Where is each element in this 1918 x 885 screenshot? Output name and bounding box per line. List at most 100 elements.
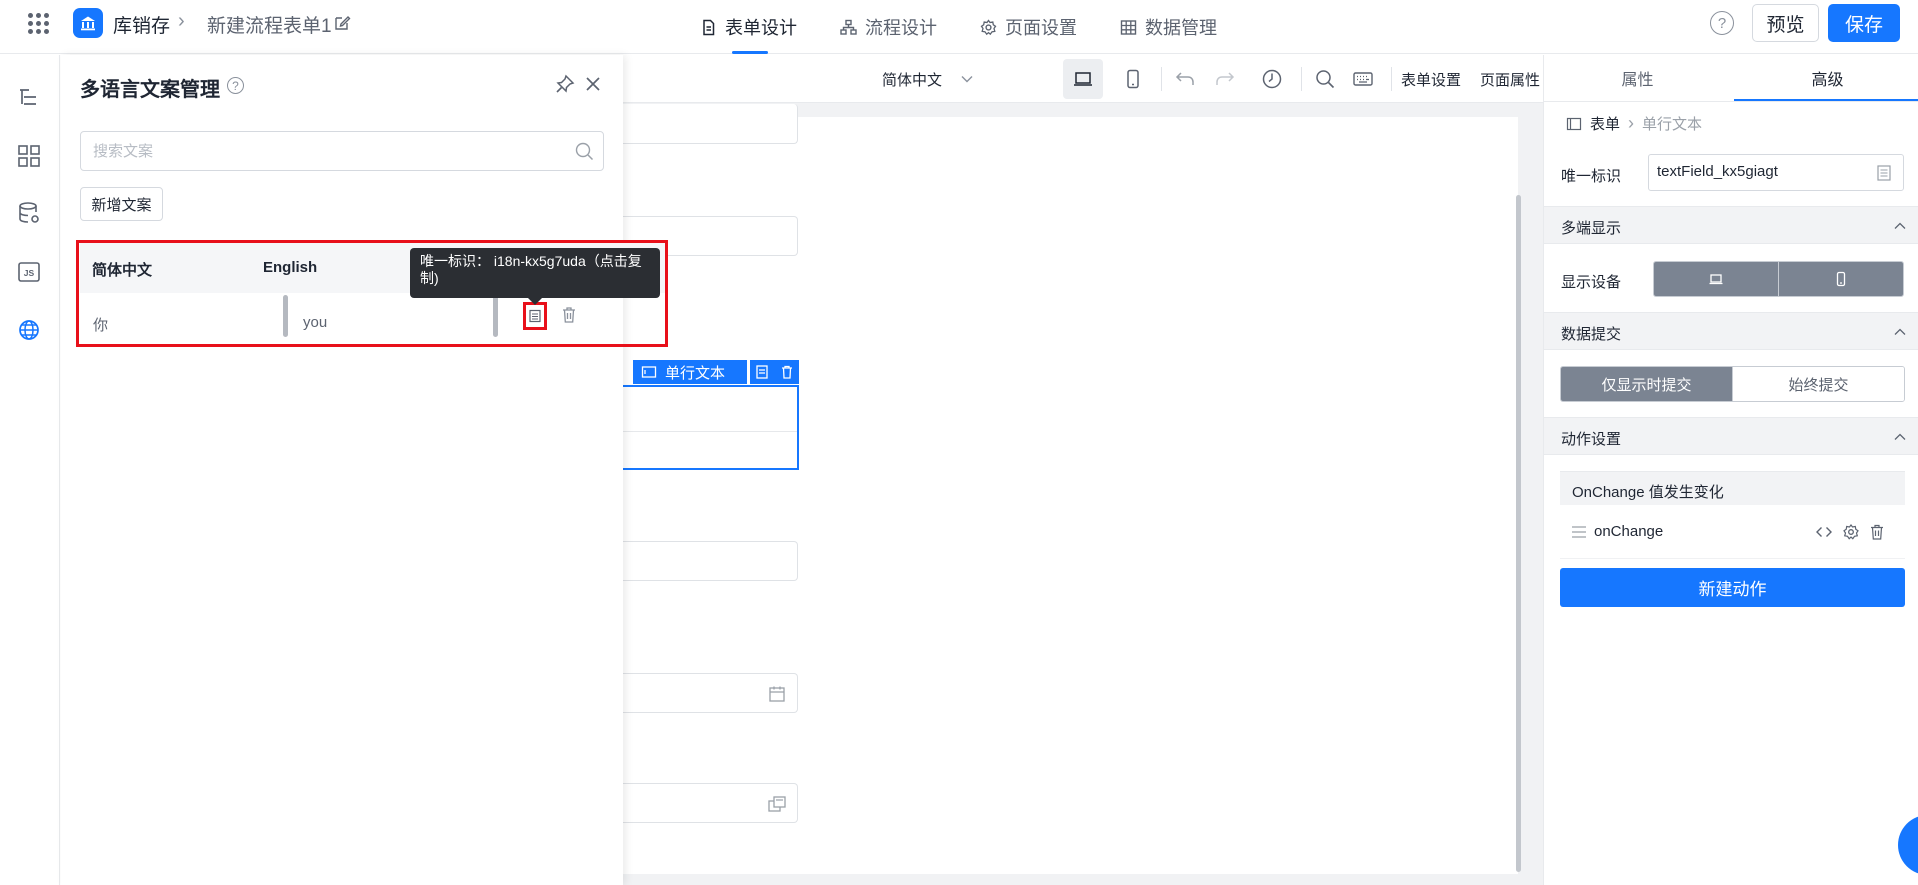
redo-icon <box>1216 72 1235 85</box>
help-icon[interactable]: ? <box>227 77 244 94</box>
action-row[interactable]: onChange <box>1560 505 1905 559</box>
add-copy-button[interactable]: 新增文案 <box>80 187 163 221</box>
undo-icon <box>1175 72 1194 85</box>
edit-icon[interactable] <box>333 14 351 32</box>
tab-flow-design[interactable]: 流程设计 <box>840 0 937 54</box>
top-bar: 库销存 › 新建流程表单1 表单设计 流程设计 页面设置 数据管理 ? 预览 保… <box>0 0 1918 54</box>
device-desktop-option[interactable] <box>1654 262 1778 296</box>
tab-properties[interactable]: 属性 <box>1544 55 1731 101</box>
tab-label: 页面设置 <box>1005 18 1077 38</box>
chevron-up-icon[interactable] <box>1893 325 1907 339</box>
multi-window-icon <box>768 796 786 812</box>
redo-button[interactable] <box>1213 67 1237 91</box>
mobile-view-button[interactable] <box>1121 67 1145 91</box>
close-icon[interactable] <box>582 73 604 95</box>
canvas-scrollbar[interactable] <box>1516 195 1521 872</box>
action-event-label: OnChange 值发生变化 <box>1572 484 1724 501</box>
pin-icon[interactable] <box>554 73 576 95</box>
trash-icon[interactable] <box>1868 523 1886 541</box>
page-properties-button[interactable]: 页面属性 <box>1461 55 1540 103</box>
desktop-view-button[interactable] <box>1063 59 1103 99</box>
help-icon[interactable]: ? <box>1710 11 1734 35</box>
left-rail: JS <box>0 55 60 885</box>
search-field[interactable] <box>80 131 604 171</box>
form-settings-button[interactable]: 表单设置 <box>1381 55 1461 103</box>
field-divider <box>600 431 797 432</box>
action-event-header: OnChange 值发生变化 <box>1560 471 1905 505</box>
mobile-icon <box>1127 69 1139 89</box>
textfield-icon <box>641 366 657 378</box>
table-icon <box>1120 19 1137 35</box>
search-icon[interactable] <box>574 141 595 162</box>
drag-handle-icon[interactable] <box>1571 525 1587 539</box>
device-mobile-option[interactable] <box>1778 262 1903 296</box>
outline-tree-icon[interactable] <box>16 85 42 111</box>
flow-icon <box>840 19 857 35</box>
globe-icon[interactable] <box>16 317 42 343</box>
preview-button[interactable]: 预览 <box>1752 4 1819 42</box>
action-list: OnChange 值发生变化 onChange <box>1560 471 1905 559</box>
active-tab-indicator <box>732 51 768 54</box>
form-field[interactable] <box>600 541 798 581</box>
action-handler-name[interactable]: onChange <box>1594 523 1663 540</box>
section-action-settings[interactable]: 动作设置 <box>1544 417 1918 455</box>
keyboard-shortcuts-button[interactable] <box>1351 67 1375 91</box>
components-grid-icon[interactable] <box>16 143 42 169</box>
tab-label: 流程设计 <box>865 18 937 38</box>
tab-advanced[interactable]: 高级 <box>1734 55 1918 101</box>
laptop-icon <box>1074 72 1092 86</box>
form-name[interactable]: 新建流程表单1 <box>207 11 332 38</box>
language-select[interactable]: 简体中文 <box>882 55 974 103</box>
panel-title: 多语言文案管理 <box>80 79 220 101</box>
toolbar-divider <box>1161 67 1162 91</box>
undo-button[interactable] <box>1173 67 1197 91</box>
save-button[interactable]: 保存 <box>1828 4 1900 42</box>
section-data-submit[interactable]: 数据提交 <box>1544 312 1918 350</box>
tab-page-settings[interactable]: 页面设置 <box>980 0 1077 54</box>
gear-icon <box>980 18 997 35</box>
tab-label: 数据管理 <box>1145 18 1217 38</box>
calendar-icon <box>769 686 785 702</box>
datasource-icon[interactable] <box>16 201 42 227</box>
page-properties-label: 页面属性 <box>1480 71 1541 89</box>
copy-icon[interactable] <box>754 364 770 380</box>
section-title: 数据提交 <box>1561 326 1622 343</box>
toolbar-divider <box>1301 67 1302 91</box>
chevron-up-icon[interactable] <box>1893 430 1907 444</box>
association-field[interactable] <box>600 783 798 823</box>
highlight-frame <box>76 240 668 347</box>
copy-icon[interactable] <box>1875 164 1893 182</box>
keyboard-icon <box>1353 72 1373 86</box>
js-code-icon[interactable]: JS <box>16 259 42 285</box>
date-field[interactable] <box>600 673 798 713</box>
form-field[interactable] <box>600 104 798 144</box>
unique-id-field[interactable] <box>1648 154 1904 191</box>
bank-icon <box>81 16 95 31</box>
gear-icon[interactable] <box>1842 523 1860 541</box>
chevron-up-icon[interactable] <box>1893 219 1907 233</box>
submit-when-visible-option[interactable]: 仅显示时提交 <box>1561 367 1732 401</box>
new-action-button[interactable]: 新建动作 <box>1560 568 1905 607</box>
unique-id-input[interactable] <box>1657 163 1857 180</box>
mobile-icon <box>1836 271 1846 287</box>
section-multi-display[interactable]: 多端显示 <box>1544 206 1918 244</box>
app-name[interactable]: 库销存 <box>113 11 170 38</box>
search-button[interactable] <box>1313 67 1337 91</box>
submit-mode-toggle: 仅显示时提交 始终提交 <box>1560 366 1905 402</box>
tab-form-design[interactable]: 表单设计 <box>700 0 797 54</box>
submit-always-option[interactable]: 始终提交 <box>1732 367 1904 401</box>
app-logo[interactable] <box>73 8 103 38</box>
settings-panel: 属性 高级 表单 › 单行文本 唯一标识 多端显示 显示设备 <box>1543 55 1918 885</box>
trash-icon[interactable] <box>779 364 795 380</box>
selected-component-tag[interactable]: 单行文本 <box>633 360 747 384</box>
component-actions <box>750 360 799 384</box>
search-icon <box>1316 70 1335 89</box>
history-button[interactable] <box>1260 67 1284 91</box>
selected-text-field[interactable] <box>600 385 799 470</box>
code-icon[interactable] <box>1815 523 1833 541</box>
search-input[interactable] <box>93 140 563 162</box>
tab-data-management[interactable]: 数据管理 <box>1120 0 1217 54</box>
tab-label: 表单设计 <box>725 18 797 38</box>
breadcrumb-root[interactable]: 表单 <box>1590 113 1620 134</box>
apps-grid-icon[interactable] <box>27 12 49 34</box>
